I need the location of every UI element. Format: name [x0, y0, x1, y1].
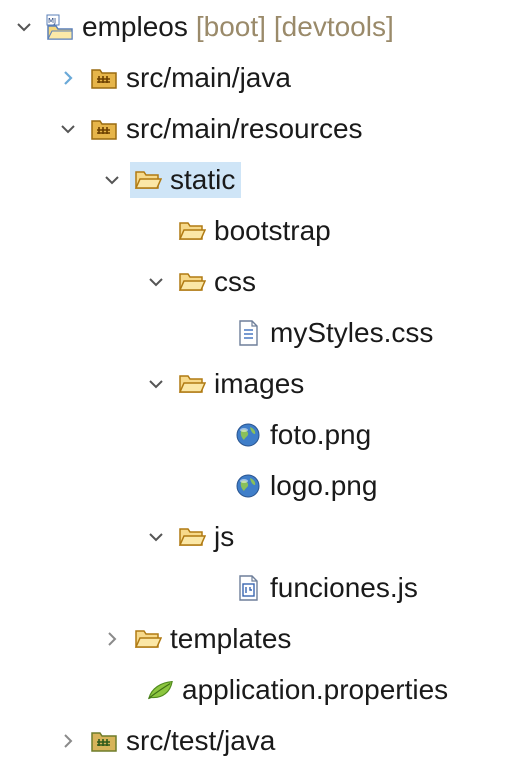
tree-row-static[interactable]: static: [102, 155, 242, 205]
folder-open-icon: [178, 372, 206, 396]
tree-label: bootstrap: [214, 215, 331, 246]
tree-label: logo.png: [270, 470, 378, 501]
source-folder-icon: [90, 729, 118, 753]
tree-row-src-main-java[interactable]: src/main/java: [58, 53, 291, 103]
leaf-icon: [146, 678, 174, 702]
tree-row-bootstrap[interactable]: bootstrap: [146, 206, 331, 256]
selection-highlight: static: [130, 162, 242, 198]
tree-row-js[interactable]: js: [146, 512, 234, 562]
project-name: empleos: [82, 11, 188, 42]
tree-row-application-properties[interactable]: application.properties: [146, 665, 448, 715]
project-icon: M J: [46, 14, 74, 40]
tree-label: css: [214, 266, 256, 297]
devtools-decoration: [devtools]: [273, 11, 394, 42]
tree-row-mystyles-css[interactable]: myStyles.css: [234, 308, 433, 358]
tree-row-src-main-resources[interactable]: src/main/resources: [58, 104, 363, 154]
chevron-right-icon[interactable]: [58, 731, 78, 751]
source-folder-icon: [90, 117, 118, 141]
globe-icon: [234, 423, 262, 447]
tree-row-logo-png[interactable]: logo.png: [234, 461, 377, 511]
globe-icon: [234, 474, 262, 498]
tree-row-funciones-js[interactable]: funciones.js: [234, 563, 418, 613]
folder-open-icon: [134, 627, 162, 651]
tree-label: src/main/java: [126, 62, 291, 93]
tree-row-foto-png[interactable]: foto.png: [234, 410, 371, 460]
project-explorer-tree: M J empleos [boot] [devtools] src/main/j…: [0, 0, 518, 755]
chevron-down-icon[interactable]: [146, 527, 166, 547]
tree-label: static: [170, 164, 236, 195]
tree-row-templates[interactable]: templates: [102, 614, 291, 664]
css-file-icon: [234, 320, 262, 346]
tree-label: foto.png: [270, 419, 372, 450]
tree-label: src/main/resources: [126, 113, 363, 144]
tree-row-images[interactable]: images: [146, 359, 304, 409]
tree-label: myStyles.css: [270, 317, 434, 348]
chevron-down-icon[interactable]: [146, 272, 166, 292]
folder-open-icon: [134, 168, 162, 192]
source-folder-icon: [90, 66, 118, 90]
js-file-icon: [234, 575, 262, 601]
chevron-down-icon[interactable]: [14, 17, 34, 37]
chevron-down-icon[interactable]: [58, 119, 78, 139]
chevron-right-icon[interactable]: [58, 68, 78, 88]
chevron-right-icon[interactable]: [102, 629, 122, 649]
tree-label: js: [214, 521, 235, 552]
chevron-down-icon[interactable]: [102, 170, 122, 190]
tree-row-empleos[interactable]: M J empleos [boot] [devtools]: [14, 2, 394, 52]
folder-open-icon: [178, 525, 206, 549]
folder-open-icon: [178, 270, 206, 294]
boot-decoration: [boot]: [195, 11, 266, 42]
tree-label: images: [214, 368, 305, 399]
tree-row-css[interactable]: css: [146, 257, 256, 307]
tree-label: funciones.js: [270, 572, 418, 603]
tree-row-src-test-java[interactable]: src/test/java: [58, 716, 275, 766]
tree-label: templates: [170, 623, 292, 654]
folder-open-icon: [178, 219, 206, 243]
chevron-down-icon[interactable]: [146, 374, 166, 394]
svg-text:J: J: [53, 17, 56, 25]
tree-label: src/test/java: [126, 725, 276, 756]
tree-label: application.properties: [182, 674, 449, 705]
